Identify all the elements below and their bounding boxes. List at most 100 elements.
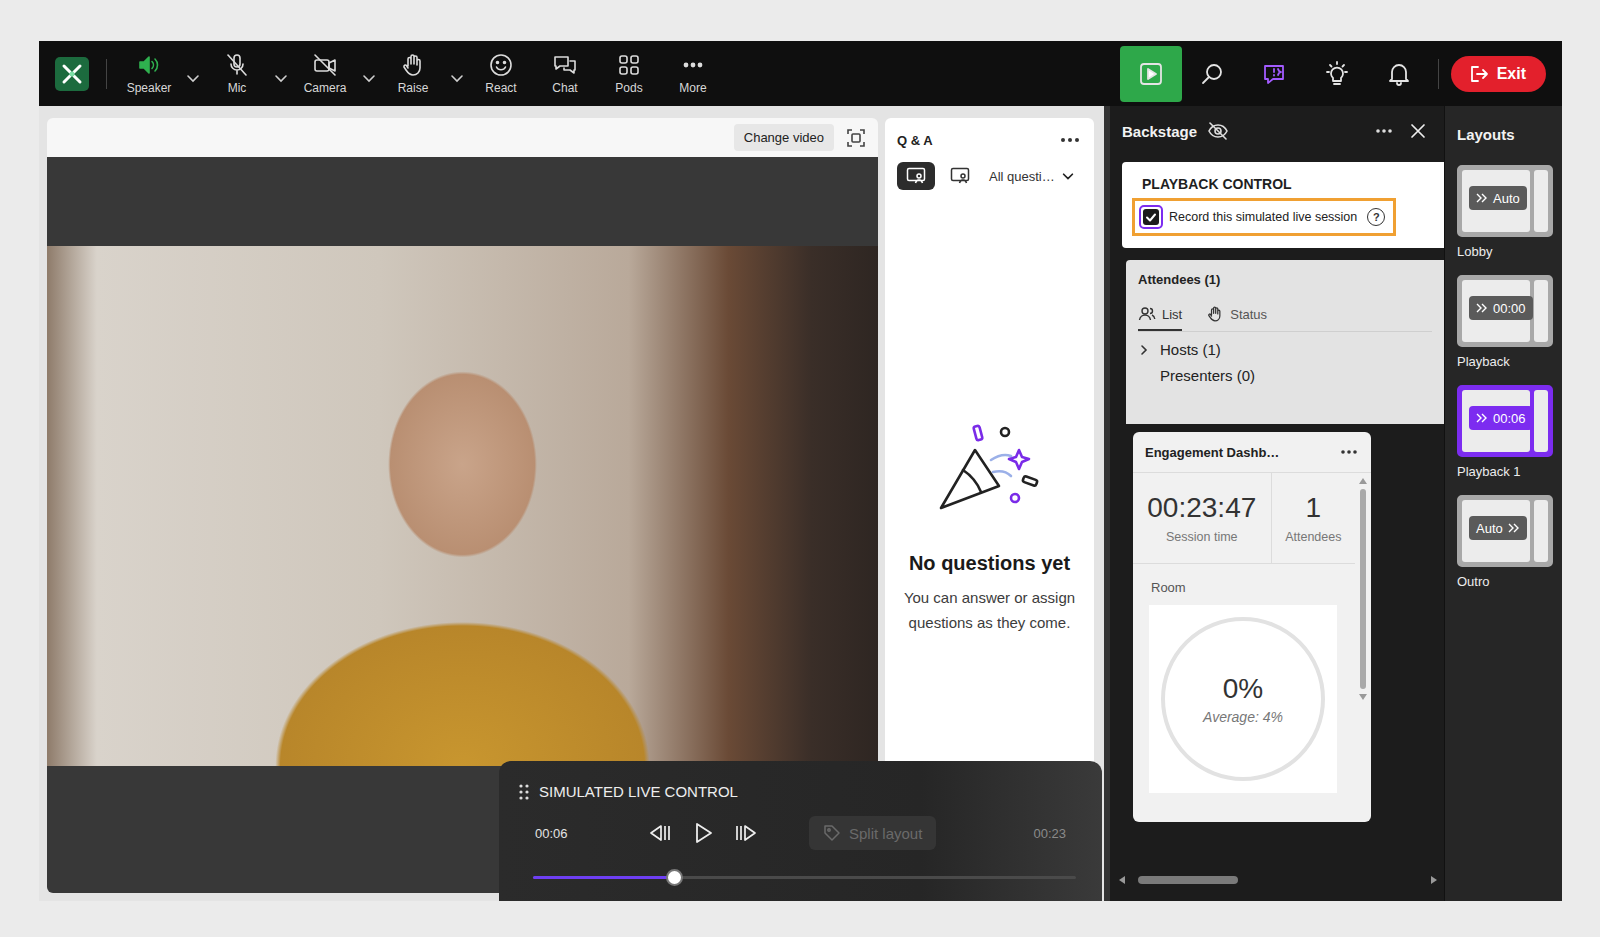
layout-label: Outro: [1457, 574, 1562, 589]
layout-label: Playback 1: [1457, 464, 1562, 479]
empty-text: You can answer or assign questions as th…: [897, 585, 1082, 635]
close-button[interactable]: [1406, 119, 1430, 143]
more-icon: [680, 52, 706, 78]
raise-icon: [400, 52, 426, 78]
dashboard-menu-button[interactable]: [1337, 440, 1361, 464]
toolbar-label: More: [679, 81, 706, 95]
backstage-menu-button[interactable]: [1372, 119, 1396, 143]
fullscreen-icon: [846, 128, 866, 148]
attendees-label: Attendees: [1285, 530, 1341, 544]
chevron-down-icon: [449, 70, 465, 86]
layout-thumbnail[interactable]: Auto: [1457, 495, 1553, 567]
room-gauge: 0% Average: 4%: [1149, 605, 1337, 793]
dropdown-button[interactable]: [445, 70, 469, 86]
attendee-view-icon: [950, 167, 970, 185]
progress-knob[interactable]: [666, 869, 683, 886]
attendees-tab-label: List: [1162, 307, 1182, 322]
chevron-down-icon: [1061, 169, 1075, 183]
eye-slash-icon[interactable]: [1207, 121, 1229, 141]
react-button[interactable]: React: [469, 52, 533, 95]
layout-item[interactable]: 00:06 Playback 1: [1445, 385, 1562, 479]
qa-menu-button[interactable]: [1058, 128, 1082, 152]
scroll-left-icon[interactable]: [1118, 875, 1126, 885]
layout-thumbnail[interactable]: 00:00: [1457, 275, 1553, 347]
mic-button[interactable]: Mic: [205, 52, 269, 95]
layout-thumbnail[interactable]: 00:06: [1457, 385, 1553, 457]
scroll-thumb[interactable]: [1360, 489, 1366, 689]
scroll-down-icon[interactable]: [1358, 693, 1368, 701]
progress-slider[interactable]: [533, 876, 1076, 879]
record-checkbox[interactable]: [1139, 205, 1163, 229]
hand-icon: [1206, 305, 1224, 323]
raise-button[interactable]: Raise: [381, 52, 445, 95]
camera-button[interactable]: Camera: [293, 52, 357, 95]
scroll-thumb[interactable]: [1138, 876, 1238, 884]
bulb-button[interactable]: [1306, 46, 1368, 102]
attendees-tab[interactable]: Status: [1206, 305, 1267, 331]
backstage-panel: Backstage PLAYBACK CONTROL Record this s…: [1110, 106, 1444, 901]
exit-button[interactable]: Exit: [1451, 56, 1546, 92]
logo-icon[interactable]: [55, 57, 89, 91]
fullscreen-button[interactable]: [842, 124, 870, 152]
toolbar-group: Raise: [381, 52, 469, 95]
scroll-up-icon[interactable]: [1358, 477, 1368, 485]
chevron-right-icon[interactable]: [1138, 344, 1150, 356]
presenter-view-button[interactable]: [897, 162, 935, 190]
rewind-icon: [647, 822, 673, 844]
simulated-live-control[interactable]: SIMULATED LIVE CONTROL 00:06 Split layou…: [499, 761, 1102, 901]
speaker-button[interactable]: Speaker: [117, 52, 181, 95]
double-chevron-icon: [1508, 523, 1520, 533]
stage-button[interactable]: [1120, 46, 1182, 102]
layout-item[interactable]: Auto Outro: [1445, 495, 1562, 589]
question-filter-dropdown[interactable]: All questi…: [989, 169, 1075, 184]
split-layout-button[interactable]: Split layout: [809, 816, 936, 850]
search-button[interactable]: [1182, 46, 1244, 102]
layout-badge-text: 00:00: [1493, 301, 1526, 316]
chat-button[interactable]: Chat: [533, 52, 597, 95]
layout-thumbnail[interactable]: Auto: [1457, 165, 1553, 237]
change-video-button[interactable]: Change video: [734, 124, 834, 151]
attendees-title: Attendees (1): [1138, 272, 1432, 287]
more-button[interactable]: More: [661, 52, 725, 95]
double-chevron-icon: [1476, 193, 1488, 203]
attendees-tabs: List Status: [1138, 305, 1432, 332]
qa-button[interactable]: [1244, 46, 1306, 102]
play-button[interactable]: [691, 821, 715, 845]
scroll-right-icon[interactable]: [1430, 875, 1438, 885]
dropdown-button[interactable]: [269, 70, 293, 86]
dropdown-button[interactable]: [357, 70, 381, 86]
forward-button[interactable]: [733, 822, 759, 844]
presenter-view-icon: [906, 167, 926, 185]
thumb-side-pane: [1534, 280, 1548, 342]
dashboard-content: 00:23:47 Session time 1 Attendees Room 0…: [1133, 473, 1355, 822]
rewind-button[interactable]: [647, 822, 673, 844]
dropdown-button[interactable]: [181, 70, 205, 86]
layout-badge: Auto: [1469, 516, 1527, 540]
attendees-tab[interactable]: List: [1138, 305, 1182, 331]
layout-item[interactable]: Auto Lobby: [1445, 165, 1562, 259]
attendees-card: Attendees (1) List Status Hosts (1) Pres…: [1126, 260, 1444, 424]
pods-button[interactable]: Pods: [597, 52, 661, 95]
control-header: SIMULATED LIVE CONTROL: [519, 783, 1078, 800]
speaker-icon: [136, 52, 162, 78]
play-icon: [691, 821, 715, 845]
toolbar-divider: [106, 59, 107, 89]
layout-badge-text: 00:06: [1493, 411, 1526, 426]
help-icon[interactable]: ?: [1367, 208, 1385, 226]
mic-icon: [224, 52, 250, 78]
backstage-scrollbar[interactable]: [1110, 875, 1444, 901]
attendee-group[interactable]: Presenters (0): [1138, 367, 1432, 384]
record-label: Record this simulated live session: [1169, 210, 1357, 224]
chevron-down-icon: [185, 70, 201, 86]
toolbar-divider: [1438, 59, 1439, 89]
attendee-group[interactable]: Hosts (1): [1138, 341, 1432, 358]
exit-icon: [1469, 65, 1489, 83]
toolbar-group: Camera: [293, 52, 381, 95]
tag-icon: [823, 824, 841, 842]
dashboard-scrollbar[interactable]: [1355, 473, 1371, 822]
drag-handle-icon[interactable]: [519, 784, 529, 800]
attendee-view-button[interactable]: [941, 162, 979, 190]
chat-icon: [552, 52, 578, 78]
layout-item[interactable]: 00:00 Playback: [1445, 275, 1562, 369]
bell-button[interactable]: [1368, 46, 1430, 102]
